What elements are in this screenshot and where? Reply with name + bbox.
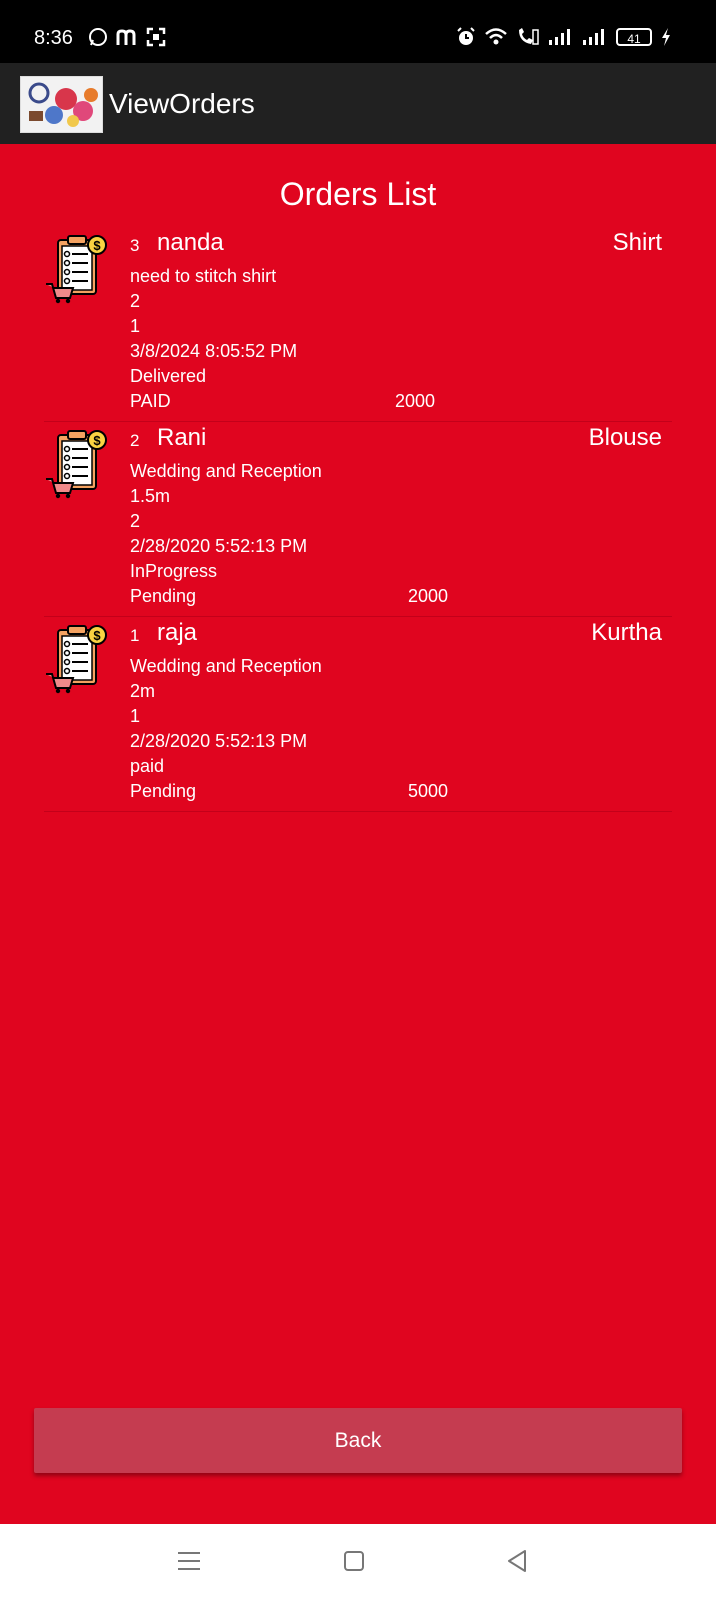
order-quantity: 1 [130,316,141,336]
order-item-type: Kurtha [591,619,662,646]
m-app-icon [116,29,136,45]
back-icon[interactable] [503,1546,533,1576]
order-date: 2/28/2020 5:52:13 PM [130,731,308,751]
order-date: 2/28/2020 5:52:13 PM [130,536,308,556]
order-quantity: 2 [130,511,141,531]
orders-content: Orders List $ 3 nanda Shirt need to stit… [0,144,716,1524]
order-date: 3/8/2024 8:05:52 PM [130,341,298,361]
order-item[interactable]: $ 2 Rani Blouse Wedding and Reception 1.… [44,421,672,617]
battery-icon: 41 [616,28,652,46]
system-nav-bar [0,1524,716,1600]
order-amount: 5000 [408,781,449,801]
svg-text:$: $ [93,433,101,448]
customer-name: Rani [157,424,207,451]
order-clipboard-icon: $ [46,625,107,694]
order-clipboard-icon: $ [46,235,107,304]
order-size: 2 [130,291,141,311]
svg-text:$: $ [93,238,101,253]
app-title: ViewOrders [109,88,255,119]
app-bar: ViewOrders [0,63,716,144]
status-time: 8:36 [34,27,73,49]
status-left-icons [88,27,166,47]
order-description: need to stitch shirt [130,266,277,286]
order-item[interactable]: $ 3 nanda Shirt need to stitch shirt 2 1… [44,226,672,422]
home-icon[interactable] [339,1546,369,1576]
payment-status: Pending [130,781,197,801]
menu-icon[interactable] [174,1546,204,1576]
order-number: 2 [130,431,140,450]
order-size: 1.5m [130,486,171,506]
alarm-icon [457,27,475,45]
order-item-type: Blouse [588,424,662,451]
wifi-icon [485,28,507,45]
orders-list-title: Orders List [279,176,437,212]
signal-icon [583,29,604,45]
customer-name: raja [157,619,198,646]
volte-call-icon [519,28,539,45]
payment-status: Pending [130,586,197,606]
order-description: Wedding and Reception [130,461,322,481]
order-amount: 2000 [408,586,449,606]
order-size: 2m [130,681,156,701]
battery-level: 41 [627,32,641,46]
payment-status: PAID [130,391,171,411]
order-status: Delivered [130,366,207,386]
back-button[interactable]: Back [34,1408,682,1473]
order-item-type: Shirt [612,229,662,256]
order-amount: 2000 [395,391,436,411]
back-button-label: Back [334,1428,382,1452]
order-clipboard-icon: $ [46,430,107,499]
svg-text:$: $ [93,628,101,643]
signal-icon [549,29,570,45]
order-number: 3 [130,236,140,255]
order-item[interactable]: $ 1 raja Kurtha Wedding and Reception 2m… [44,616,672,812]
order-description: Wedding and Reception [130,656,322,676]
order-quantity: 1 [130,706,141,726]
order-status: paid [130,756,165,776]
order-number: 1 [130,626,140,645]
charging-icon [662,28,670,46]
scan-icon [146,27,166,47]
customer-name: nanda [157,229,224,256]
status-right-icons: 41 [456,27,672,47]
app-logo [20,76,103,133]
whatsapp-icon [89,28,107,46]
order-status: InProgress [130,561,218,581]
status-bar: 8:36 41 [0,0,716,63]
